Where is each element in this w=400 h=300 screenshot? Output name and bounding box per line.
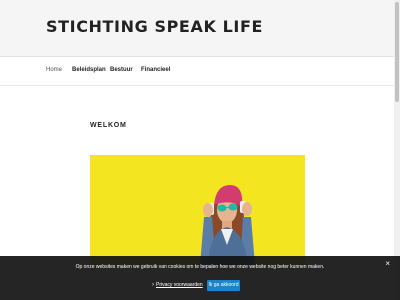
site-header: STICHTING SPEAK LIFE [0, 0, 400, 57]
scrollbar-thumb[interactable] [395, 2, 399, 102]
accept-cookies-button[interactable]: Ik ga akkoord [207, 280, 240, 291]
privacy-policy-label: Privacy voorwaarden [156, 282, 203, 288]
site-title[interactable]: STICHTING SPEAK LIFE [46, 17, 263, 36]
cookie-message: Op onze websites maken we gebruik van co… [75, 264, 325, 270]
close-icon[interactable]: × [385, 259, 390, 269]
page-heading: WELKOM [90, 122, 127, 129]
nav-item-financieel[interactable]: Financieel [141, 67, 170, 73]
nav-item-beleidsplan[interactable]: Beleidsplan [72, 67, 106, 73]
cookie-notice-bar: Op onze websites maken we gebruik van co… [0, 256, 400, 300]
main-navigation: Home Beleidsplan Bestuur Financieel [0, 57, 400, 86]
nav-item-home[interactable]: Home [46, 67, 62, 73]
privacy-policy-link[interactable]: › Privacy voorwaarden [152, 282, 203, 288]
page-scrollbar[interactable] [394, 0, 400, 300]
hero-illustration [90, 155, 305, 265]
hero-image [90, 155, 305, 265]
nav-item-bestuur[interactable]: Bestuur [110, 67, 133, 73]
chevron-right-icon: › [152, 282, 154, 288]
